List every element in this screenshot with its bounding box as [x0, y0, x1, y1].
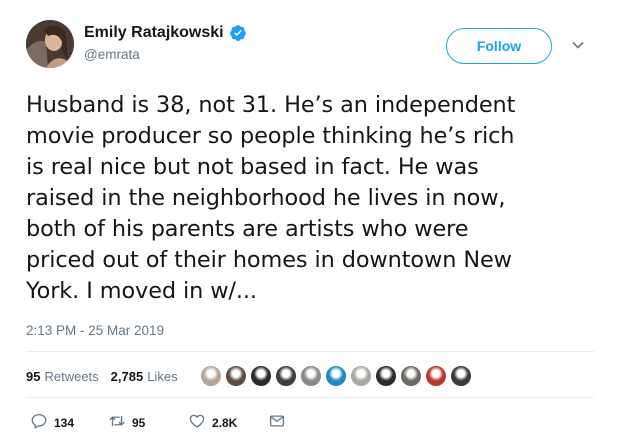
author-handle[interactable]: @emrata: [84, 47, 247, 62]
tweet-header: Emily Ratajkowski @emrata Follow: [26, 18, 596, 74]
retweet-count: 95: [132, 415, 146, 430]
tweet-text: Husband is 38, not 31. He’s an independe…: [26, 90, 586, 307]
tweet-line: priced out of their homes in downtown Ne…: [26, 247, 512, 273]
retweets-count: 95: [26, 368, 41, 384]
tweet-timestamp[interactable]: 2:13 PM - 25 Mar 2019: [26, 323, 164, 338]
tweet-actions: 134 95 2.8K: [30, 412, 286, 433]
liker-avatar[interactable]: [249, 365, 272, 387]
tweet-line: York. I moved in w/...: [26, 278, 257, 304]
likes-stat[interactable]: 2,785 Likes: [111, 369, 178, 384]
reply-button[interactable]: 134: [30, 412, 108, 433]
divider: [26, 351, 594, 352]
tweet-line: Husband is 38, not 31. He’s an independe…: [26, 92, 516, 118]
liker-avatar[interactable]: [399, 365, 422, 387]
liker-avatar[interactable]: [274, 365, 297, 387]
liker-avatar[interactable]: [349, 365, 372, 387]
liker-avatar[interactable]: [299, 365, 322, 387]
like-count: 2.8K: [212, 415, 238, 430]
message-icon: [268, 412, 286, 433]
retweets-label: Retweets: [44, 368, 99, 384]
liker-avatar[interactable]: [424, 365, 447, 387]
likes-count: 2,785: [110, 368, 144, 384]
liker-avatar[interactable]: [224, 365, 247, 387]
tweet-line: movie producer so people thinking he’s r…: [26, 123, 515, 149]
author-info: Emily Ratajkowski @emrata: [84, 24, 247, 62]
liker-avatar[interactable]: [374, 365, 397, 387]
reply-icon: [30, 412, 48, 433]
chevron-down-icon[interactable]: [571, 38, 585, 52]
like-icon: [188, 412, 206, 433]
liker-avatars: [199, 365, 475, 387]
like-button[interactable]: 2.8K: [188, 412, 268, 433]
direct-message-button[interactable]: [268, 412, 286, 433]
author-name-row: Emily Ratajkowski: [84, 24, 247, 42]
verified-badge-icon: [229, 24, 247, 42]
likes-label: Likes: [147, 368, 178, 384]
divider: [26, 397, 594, 398]
reply-count: 134: [54, 415, 75, 430]
tweet-line: is real nice but not based in fact. He w…: [26, 154, 479, 180]
author-display-name[interactable]: Emily Ratajkowski: [84, 24, 224, 42]
retweets-stat[interactable]: 95 Retweets: [26, 369, 99, 384]
tweet-line: both of his parents are artists who were: [26, 216, 469, 242]
tweet-line: raised in the neighborhood he lives in n…: [26, 185, 506, 211]
liker-avatar[interactable]: [324, 365, 347, 387]
liker-avatar[interactable]: [449, 365, 472, 387]
liker-avatar[interactable]: [199, 365, 222, 387]
retweet-button[interactable]: 95: [108, 412, 188, 433]
author-avatar[interactable]: [26, 20, 74, 68]
retweet-icon: [108, 412, 126, 433]
tweet-stats: 95 Retweets 2,785 Likes: [26, 363, 475, 389]
follow-button[interactable]: Follow: [446, 28, 552, 64]
